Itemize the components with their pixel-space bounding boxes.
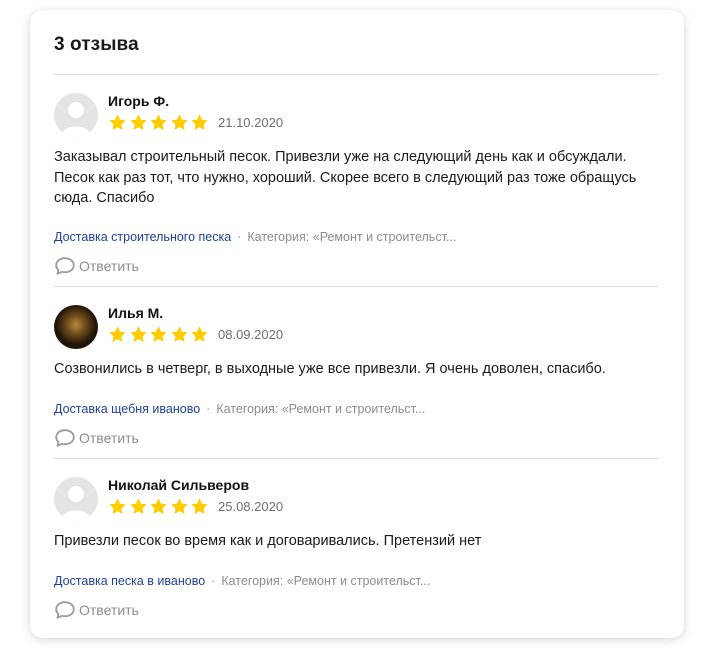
review-item: Игорь Ф. 21.10.2020 Заказывал строительн…: [54, 74, 659, 287]
rating-stars: [108, 113, 211, 133]
star-icon: [191, 326, 208, 342]
review-author[interactable]: Игорь Ф.: [108, 93, 169, 109]
reply-label: Ответить: [79, 602, 139, 618]
review-author[interactable]: Илья М.: [108, 305, 163, 321]
star-icon: [170, 498, 188, 514]
comment-icon: [55, 429, 75, 447]
review-text: Созвонились в четверг, в выходные уже вс…: [54, 361, 606, 377]
reply-button[interactable]: Ответить: [54, 256, 139, 276]
review-date: 21.10.2020: [218, 115, 284, 130]
review-item: Николай Сильверов 25.08.2020 Привезли пе…: [54, 458, 659, 631]
reviews-count-title: 3 отзыва: [54, 34, 139, 55]
star-icon: [109, 326, 126, 342]
user-avatar-photo: [54, 305, 98, 349]
review-meta: Доставка щебня иваново · Категория: «Ремон…: [54, 402, 425, 416]
review-text: Заказывал строительный песок. Привезли у…: [54, 149, 637, 206]
star-icon: [129, 498, 147, 514]
star-icon: [191, 114, 208, 130]
separator-dot: ·: [211, 574, 216, 588]
reviews-card: 3 отзыва Игорь Ф. 21.10.2020 Заказывал с…: [30, 10, 684, 638]
service-link[interactable]: Доставка песка в иваново: [54, 574, 205, 588]
review-author[interactable]: Николай Сильверов: [108, 477, 249, 493]
star-icon: [109, 498, 126, 514]
review-text: Привезли песок во время как и договарива…: [54, 533, 482, 549]
separator-dot: ·: [237, 230, 242, 244]
rating-stars: [108, 325, 211, 345]
reply-button[interactable]: Ответить: [54, 600, 139, 620]
category-label: Категория: «Ремонт и строительст...: [216, 402, 426, 416]
star-icon: [170, 114, 188, 130]
category-label: Категория: «Ремонт и строительст...: [221, 574, 431, 588]
review-meta: Доставка песка в иваново · Категория: «Рем…: [54, 574, 430, 588]
review-date: 08.09.2020: [218, 327, 284, 342]
star-icon: [109, 114, 126, 130]
review-date: 25.08.2020: [218, 499, 284, 514]
star-icon: [170, 326, 188, 342]
star-icon: [129, 114, 147, 130]
rating-stars: [108, 497, 211, 517]
comment-icon: [55, 257, 75, 275]
star-icon: [191, 498, 208, 514]
service-link[interactable]: Доставка щебня иваново: [54, 402, 200, 416]
person-silhouette-icon: [54, 93, 98, 137]
category-label: Категория: «Ремонт и строительст...: [247, 230, 457, 244]
reply-label: Ответить: [79, 430, 139, 446]
review-meta: Доставка строительного песка · Категория: …: [54, 230, 456, 244]
person-silhouette-icon: [54, 477, 98, 521]
star-icon: [150, 498, 167, 514]
review-item: Илья М. 08.09.2020 Созвонились в четверг…: [54, 286, 659, 459]
comment-icon: [55, 601, 75, 619]
reply-button[interactable]: Ответить: [54, 428, 139, 448]
separator-dot: ·: [206, 402, 211, 416]
star-icon: [150, 114, 167, 130]
reply-label: Ответить: [79, 258, 139, 274]
service-link[interactable]: Доставка строительного песка: [54, 230, 231, 244]
star-icon: [150, 326, 167, 342]
star-icon: [129, 326, 147, 342]
